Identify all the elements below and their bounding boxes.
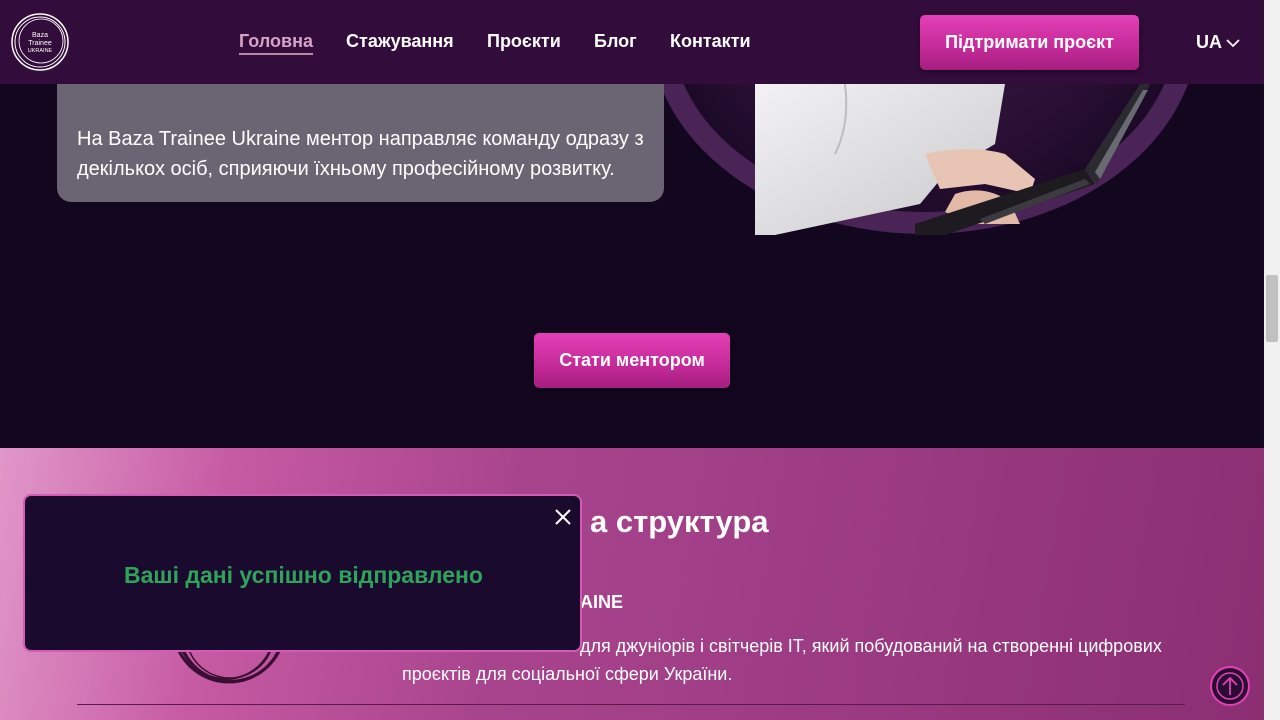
structure-desc-line1: для джуніорів і світчерів IT, який побуд… [580,636,1162,656]
nav-projects[interactable]: Проєкти [487,31,561,52]
nav-internship[interactable]: Стажування [346,31,454,52]
site-header: Baza Trainee UKRAINE Головна Стажування … [0,0,1264,84]
support-project-button[interactable]: Підтримати проєкт [920,15,1139,70]
mentor-card-text: На Baza Trainee Ukraine ментор направляє… [77,128,644,180]
nav-contacts[interactable]: Контакти [670,31,751,52]
svg-text:Trainee: Trainee [28,40,52,47]
scrollbar-thumb[interactable] [1266,275,1278,342]
language-selector[interactable]: UA [1196,32,1240,53]
divider [77,704,1185,705]
become-mentor-button[interactable]: Стати ментором [534,333,730,388]
success-toast: Ваші дані успішно відправлено [23,494,582,652]
structure-desc-line2: проєктів для соціальної сфери України. [402,664,733,684]
nav-home[interactable]: Головна [239,31,313,55]
page-scrollbar[interactable] [1264,0,1280,720]
svg-text:Baza: Baza [32,32,48,39]
structure-title: а структура [590,504,769,539]
baza-logo-icon[interactable]: Baza Trainee UKRAINE [10,12,70,72]
language-label: UA [1196,32,1222,52]
structure-org-name: AINE [580,592,624,612]
mentor-info-card: На Baza Trainee Ukraine ментор направляє… [57,84,664,202]
mentor-photo [755,84,1150,235]
nav-blog[interactable]: Блог [594,31,637,52]
scroll-to-top-button[interactable] [1210,666,1250,706]
arrow-up-icon [1216,672,1244,700]
svg-text:UKRAINE: UKRAINE [28,48,53,54]
close-icon[interactable] [552,506,574,528]
toast-message: Ваші дані успішно відправлено [124,562,483,588]
chevron-down-icon [1226,38,1240,47]
mentor-section: На Baza Trainee Ukraine ментор направляє… [0,84,1264,448]
